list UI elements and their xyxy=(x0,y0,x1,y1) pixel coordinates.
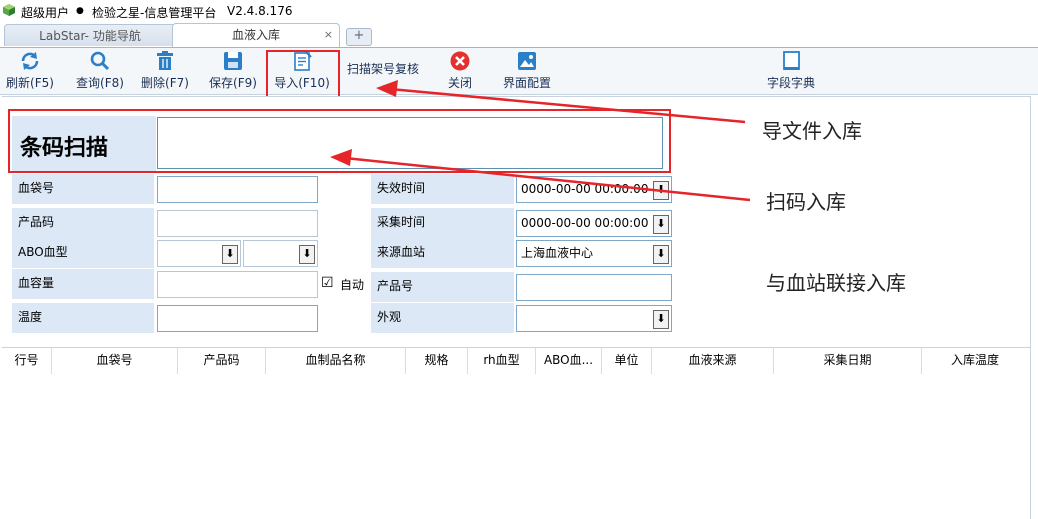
grid-body[interactable] xyxy=(2,375,1030,519)
column-header[interactable]: 血袋号 xyxy=(52,347,178,374)
column-header[interactable]: 采集日期 xyxy=(774,347,922,374)
column-header[interactable]: 行号 xyxy=(2,347,52,374)
column-header[interactable]: 规格 xyxy=(406,347,468,374)
column-header[interactable]: 产品码 xyxy=(178,347,266,374)
scan-arrow-line xyxy=(344,156,751,202)
import-annotation: 导文件入库 xyxy=(762,119,862,143)
import-arrow-head xyxy=(376,80,398,97)
link-annotation: 与血站联接入库 xyxy=(766,271,906,295)
import-arrow-line xyxy=(389,87,746,124)
column-header[interactable]: ABO血... xyxy=(536,347,602,374)
column-header[interactable]: rh血型 xyxy=(468,347,536,374)
window-right-edge xyxy=(1030,96,1038,519)
column-header[interactable]: 入库温度 xyxy=(922,347,1028,374)
column-header[interactable]: 单位 xyxy=(602,347,652,374)
scan-annotation: 扫码入库 xyxy=(766,190,846,214)
column-header[interactable]: 血制品名称 xyxy=(266,347,406,374)
column-header[interactable]: 血液来源 xyxy=(652,347,774,374)
scan-arrow-head xyxy=(330,149,352,166)
